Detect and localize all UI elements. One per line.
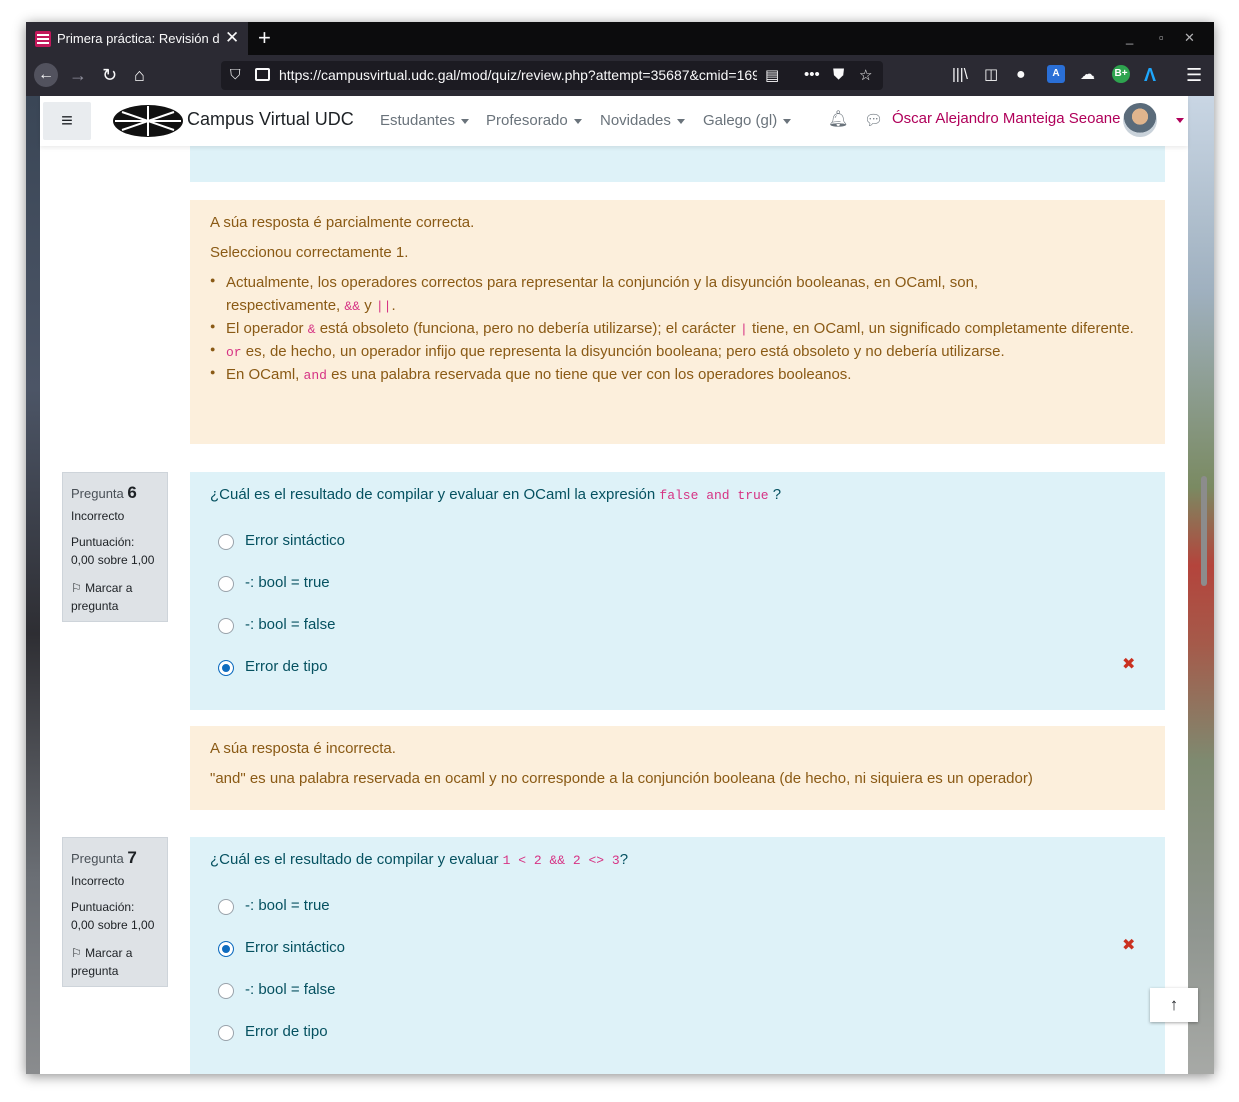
udc-logo[interactable] <box>112 103 184 139</box>
close-tab-icon[interactable]: ✕ <box>225 28 239 48</box>
question-7-content: ¿Cuál es el resultado de compilar y eval… <box>190 837 1165 1074</box>
shield-icon[interactable]: ⛉ <box>230 66 241 83</box>
score-value: 0,00 sobre 1,00 <box>71 918 155 932</box>
score-label: Puntuación: <box>71 900 135 914</box>
brand-name[interactable]: Campus Virtual UDC <box>187 109 354 130</box>
feedback-text: "and" es una palabra reservada en ocaml … <box>210 770 1033 787</box>
score-value: 0,00 sobre 1,00 <box>71 553 155 567</box>
star-icon[interactable]: ☆ <box>859 66 872 84</box>
feedback-status: A súa resposta é incorrecta. <box>210 740 396 757</box>
radio-button[interactable] <box>218 534 234 550</box>
page-viewport: ≡ Campus Virtual UDC Estudantes Profesor… <box>26 96 1214 1074</box>
user-menu-chevron-icon[interactable] <box>1176 118 1184 123</box>
flag-icon: ⚐ <box>71 946 82 960</box>
account-icon[interactable]: ● <box>1016 64 1026 86</box>
radio-button-selected[interactable] <box>218 660 234 676</box>
incorrect-icon: ✖ <box>1122 656 1136 673</box>
minimize-icon[interactable]: _ <box>1126 30 1133 45</box>
browser-window: Primera práctica: Revisión do ✕ + _ ▫ ✕ … <box>26 22 1214 1074</box>
restore-icon[interactable]: ▫ <box>1159 30 1164 45</box>
arrow-up-icon[interactable]: ↑ <box>1150 988 1198 1022</box>
url-bar[interactable]: ⛉ https://campusvirtual.udc.gal/mod/quiz… <box>221 61 883 90</box>
feedback-status: A súa resposta é parcialmente correcta. <box>210 214 475 231</box>
home-icon[interactable]: ⌂ <box>134 64 145 86</box>
question-number: Pregunta 7 <box>71 848 137 867</box>
lock-icon[interactable] <box>255 68 270 81</box>
feedback-selected: Seleccionou correctamente 1. <box>210 244 409 261</box>
radio-button[interactable] <box>218 899 234 915</box>
radio-button[interactable] <box>218 576 234 592</box>
close-window-icon[interactable]: ✕ <box>1184 30 1195 46</box>
menu-language[interactable]: Galego (gl) <box>703 112 792 129</box>
flag-icon: ⚐ <box>71 581 82 595</box>
tab-title: Primera práctica: Revisión do <box>57 31 219 46</box>
url-text[interactable]: https://campusvirtual.udc.gal/mod/quiz/r… <box>279 67 757 83</box>
extension-badge-icon[interactable]: B+ <box>1112 65 1130 83</box>
flag-question-link[interactable]: ⚐ Marcar a pregunta <box>71 579 161 615</box>
forward-icon[interactable]: → <box>69 64 87 86</box>
page-body: ≡ Campus Virtual UDC Estudantes Profesor… <box>40 96 1188 1074</box>
background-photo-left <box>26 96 40 1074</box>
page-scrollbar[interactable] <box>1201 476 1207 586</box>
library-icon[interactable]: |||\ <box>952 64 968 86</box>
extension-arrow-icon[interactable]: Λ <box>1144 64 1156 86</box>
tab-strip: Primera práctica: Revisión do ✕ + _ ▫ ✕ <box>26 22 1214 55</box>
site-favicon-icon <box>35 31 51 47</box>
menu-profesorado[interactable]: Profesorado <box>486 112 582 129</box>
reader-view-icon[interactable]: ▤ <box>765 66 779 84</box>
question-7-text: ¿Cuál es el resultado de compilar y eval… <box>210 851 629 868</box>
nav-toolbar: ← → ↻ ⌂ ⛉ https://campusvirtual.udc.gal/… <box>26 55 1214 96</box>
bell-icon[interactable]: 🔔︎ <box>828 109 848 129</box>
new-tab-icon[interactable]: + <box>258 25 271 51</box>
question-6-content: ¿Cuál es el resultado de compilar y eval… <box>190 472 1165 710</box>
question-state: Incorrecto <box>71 509 125 523</box>
back-icon[interactable]: ← <box>34 63 58 87</box>
menu-estudantes[interactable]: Estudantes <box>380 112 470 129</box>
avatar[interactable] <box>1123 103 1157 137</box>
feedback-bullet-1-cont: respectivamente, && y ||. <box>226 297 396 314</box>
menu-novidades[interactable]: Novidades <box>600 112 685 129</box>
incorrect-icon: ✖ <box>1122 937 1136 954</box>
page-actions-icon[interactable]: ••• <box>804 66 820 83</box>
flag-question-link[interactable]: ⚐ Marcar a pregunta <box>71 944 161 980</box>
previous-question-feedback: A súa resposta é parcialmente correcta. … <box>190 200 1165 444</box>
translate-icon[interactable]: A <box>1047 65 1065 83</box>
question-6-info: Pregunta 6 Incorrecto Puntuación: 0,00 s… <box>62 472 168 622</box>
question-state: Incorrecto <box>71 874 125 888</box>
score-label: Puntuación: <box>71 535 135 549</box>
question-6-text: ¿Cuál es el resultado de compilar y eval… <box>210 486 782 503</box>
question-number: Pregunta 6 <box>71 483 137 502</box>
app-menu-icon[interactable]: ☰ <box>1186 64 1202 86</box>
radio-button-selected[interactable] <box>218 941 234 957</box>
extension-icon[interactable]: ☁ <box>1080 64 1095 86</box>
user-name[interactable]: Óscar Alejandro Manteiga Seoane <box>892 110 1120 127</box>
question-7-info: Pregunta 7 Incorrecto Puntuación: 0,00 s… <box>62 837 168 987</box>
radio-button[interactable] <box>218 618 234 634</box>
question-6-feedback: A súa resposta é incorrecta. "and" es un… <box>190 726 1165 810</box>
chat-icon[interactable]: 💬︎ <box>864 111 883 129</box>
browser-tab[interactable]: Primera práctica: Revisión do ✕ <box>26 22 248 55</box>
pocket-icon[interactable]: ⛊ <box>833 66 844 83</box>
hamburger-icon[interactable]: ≡ <box>43 102 91 140</box>
site-header: ≡ Campus Virtual UDC Estudantes Profesor… <box>40 96 1188 146</box>
radio-button[interactable] <box>218 1025 234 1041</box>
reload-icon[interactable]: ↻ <box>102 64 117 86</box>
sidebar-icon[interactable]: ◫ <box>984 64 998 86</box>
radio-button[interactable] <box>218 983 234 999</box>
